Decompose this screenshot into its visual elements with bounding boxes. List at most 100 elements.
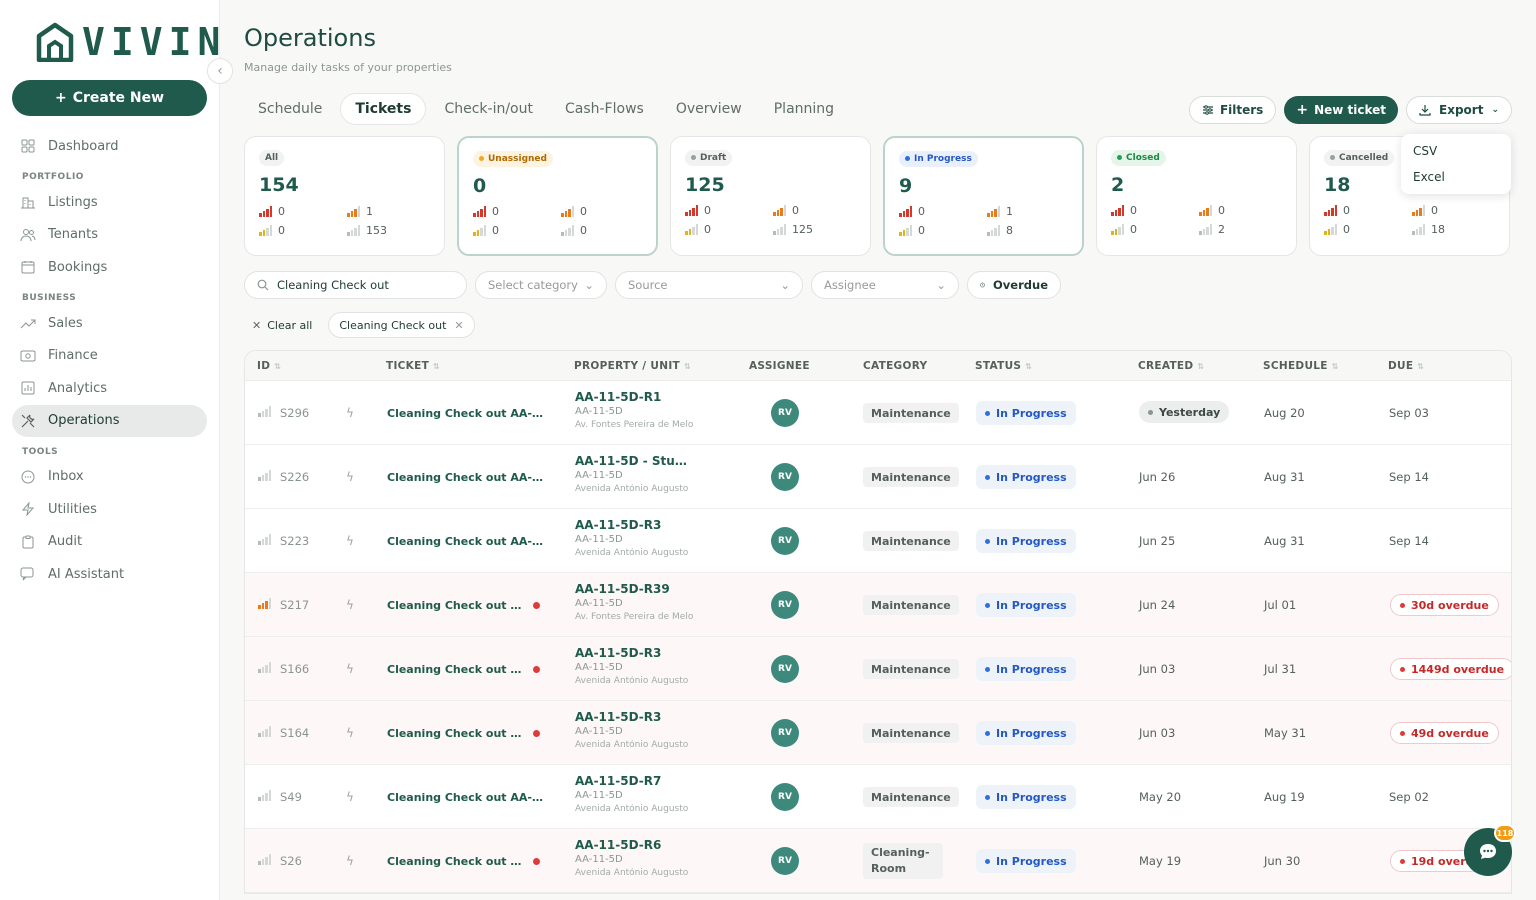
column-header-ticket[interactable]: TICKET ⇅ [386, 360, 440, 372]
collapse-sidebar-button[interactable]: ‹ [207, 58, 233, 84]
column-header-category[interactable]: CATEGORY [863, 360, 927, 372]
tab-tickets[interactable]: Tickets [340, 93, 427, 125]
unit-name: AA-11-5D [575, 598, 623, 609]
alert-dot-icon [533, 729, 540, 737]
property-cell[interactable]: AA-11-5D-R39 AA-11-5D Av. Fontes Pereira d… [575, 582, 695, 622]
tab-check-in-out[interactable]: Check-in/out [430, 93, 547, 125]
table-row[interactable]: S49 ϟ Cleaning Check out AA-11-5D-R7 AA-11-… [245, 765, 1511, 829]
sidebar-item-audit[interactable]: Audit [12, 526, 207, 558]
filter-chip[interactable]: Cleaning Check out ✕ [328, 312, 475, 338]
sidebar-item-bookings[interactable]: Bookings [12, 251, 207, 283]
avatar[interactable]: RV [771, 399, 799, 427]
schedule-date: Aug 19 [1264, 790, 1305, 804]
table-header: ID ⇅ TICKET ⇅ PROPERTY / UNIT ⇅ ASSIGNEE CAT… [245, 351, 1511, 381]
property-cell[interactable]: AA-11-5D-R1 AA-11-5D Av. Fontes Pereira de… [575, 390, 695, 430]
sidebar-item-listings[interactable]: Listings [12, 186, 207, 218]
filters-button[interactable]: Filters [1188, 96, 1277, 124]
table-row[interactable]: S296 ϟ Cleaning Check out AA-11-5D-R1 AA-11… [245, 381, 1511, 445]
sidebar-nav: Dashboard PORTFOLIO Listings Tenants Booking… [12, 130, 207, 591]
top-actions: Filters + New ticket Export ⌄ [1188, 96, 1512, 124]
priority-value: 153 [366, 223, 387, 237]
ticket-name[interactable]: Cleaning Check out AA-11-5D-R7 [387, 765, 543, 829]
category-select[interactable]: Select category ⌄ [475, 271, 607, 299]
export-button[interactable]: Export ⌄ [1406, 96, 1512, 124]
table-row[interactable]: S223 ϟ Cleaning Check out AA-11-5D-R3 AA-11… [245, 509, 1511, 573]
new-ticket-button[interactable]: + New ticket [1284, 96, 1399, 124]
source-select[interactable]: Source ⌄ [615, 271, 803, 299]
tab-bar: Schedule Tickets Check-in/out Cash-Flows Ove… [244, 93, 848, 125]
status-card-draft[interactable]: Draft 125 0 0 0 125 [670, 136, 871, 256]
property-cell[interactable]: AA-11-5D - Studio AA-11-5D Avenida António… [575, 454, 695, 494]
sidebar-item-operations[interactable]: Operations [12, 404, 207, 437]
tab-schedule[interactable]: Schedule [244, 93, 336, 125]
avatar[interactable]: RV [771, 783, 799, 811]
column-header-property-unit[interactable]: PROPERTY / UNIT ⇅ [574, 360, 691, 372]
status-card-in-progress[interactable]: In Progress 9 0 1 0 8 [883, 136, 1084, 256]
priority-value: 0 [704, 204, 711, 217]
export-csv-option[interactable]: CSV [1401, 138, 1511, 164]
sidebar-item-analytics[interactable]: Analytics [12, 372, 207, 404]
column-header-schedule[interactable]: SCHEDULE ⇅ [1263, 360, 1339, 372]
property-cell[interactable]: AA-11-5D-R3 AA-11-5D Avenida António Augus… [575, 646, 695, 686]
avatar[interactable]: RV [771, 591, 799, 619]
avatar[interactable]: RV [771, 655, 799, 683]
clear-all-button[interactable]: ✕ Clear all [244, 312, 320, 338]
status-card-closed[interactable]: Closed 2 0 0 0 2 [1096, 136, 1297, 256]
sidebar-item-tenants[interactable]: Tenants [12, 219, 207, 251]
assignee-select[interactable]: Assignee ⌄ [811, 271, 959, 299]
property-cell[interactable]: AA-11-5D-R6 AA-11-5D Avenida António Augus… [575, 838, 695, 878]
status-dot-icon [1117, 155, 1122, 160]
column-header-id[interactable]: ID ⇅ [257, 360, 281, 372]
sidebar-item-ai-assistant[interactable]: AI Assistant [12, 558, 207, 590]
card-label: All [265, 153, 279, 163]
ticket-name[interactable]: Cleaning Check out AA-11-5D-R6 [387, 829, 540, 893]
tab-planning[interactable]: Planning [760, 93, 848, 125]
column-header-assignee[interactable]: ASSIGNEE [749, 360, 810, 372]
avatar[interactable]: RV [771, 527, 799, 555]
property-cell[interactable]: AA-11-5D-R7 AA-11-5D Avenida António Augus… [575, 774, 695, 814]
tab-overview[interactable]: Overview [662, 93, 756, 125]
sidebar-item-sales[interactable]: Sales [12, 307, 207, 339]
tab-cash-flows[interactable]: Cash-Flows [551, 93, 658, 125]
column-header-status[interactable]: STATUS ⇅ [975, 360, 1032, 372]
ticket-name[interactable]: Cleaning Check out AA-11-5D-R1 [387, 381, 543, 445]
category-badge: Maintenance [863, 467, 959, 487]
export-excel-option[interactable]: Excel [1401, 164, 1511, 190]
avatar[interactable]: RV [771, 847, 799, 875]
sidebar-item-dashboard[interactable]: Dashboard [12, 130, 207, 162]
property-cell[interactable]: AA-11-5D-R3 AA-11-5D Avenida António Augus… [575, 518, 695, 558]
ticket-name[interactable]: Cleaning Check out AA-11-5D-R3 [387, 701, 540, 765]
status-card-all[interactable]: All 154 0 1 0 153 [244, 136, 445, 256]
brand-logo[interactable]: VIVIN [36, 20, 226, 64]
sidebar-item-inbox[interactable]: Inbox [12, 461, 207, 493]
avatar[interactable]: RV [771, 719, 799, 747]
table-row[interactable]: S217 ϟ Cleaning Check out AA-11-5D-R39 AA-1… [245, 573, 1511, 637]
remove-chip-icon[interactable]: ✕ [454, 319, 463, 332]
ticket-name[interactable]: Cleaning Check out AA-11-5D [387, 445, 543, 509]
ticket-name[interactable]: Cleaning Check out AA-11-5D-R3 [387, 637, 540, 701]
overdue-toggle[interactable]: Overdue [967, 271, 1061, 299]
sort-icon: ⇅ [1197, 361, 1205, 371]
column-header-due[interactable]: DUE ⇅ [1388, 360, 1424, 372]
ticket-name[interactable]: Cleaning Check out AA-11-5D-R39 [387, 573, 540, 637]
property-address: Avenida António Augusto [575, 548, 689, 558]
column-header-created[interactable]: CREATED ⇅ [1138, 360, 1204, 372]
priority-signal-icon [258, 598, 271, 609]
avatar[interactable]: RV [771, 463, 799, 491]
sidebar-item-utilities[interactable]: Utilities [12, 493, 207, 525]
table-row[interactable]: S164 ϟ Cleaning Check out AA-11-5D-R3 AA-11… [245, 701, 1511, 765]
ticket-name[interactable]: Cleaning Check out AA-11-5D-R3 [387, 509, 543, 573]
status-card-unassigned[interactable]: Unassigned 0 0 0 0 0 [457, 136, 658, 256]
money-icon [20, 348, 36, 364]
table-row[interactable]: S226 ϟ Cleaning Check out AA-11-5D AA-11-5D… [245, 445, 1511, 509]
calendar-icon [20, 259, 36, 275]
create-new-button[interactable]: + Create New [12, 80, 207, 116]
table-row[interactable]: S26 ϟ Cleaning Check out AA-11-5D-R6 AA-11-… [245, 829, 1511, 893]
search-input[interactable]: Cleaning Check out [244, 271, 467, 299]
status-dot-icon [1400, 730, 1405, 736]
status-badge: In Progress [899, 150, 978, 167]
table-row[interactable]: S166 ϟ Cleaning Check out AA-11-5D-R3 AA-11… [245, 637, 1511, 701]
table-body: S296 ϟ Cleaning Check out AA-11-5D-R1 AA-11… [245, 381, 1511, 893]
sidebar-item-finance[interactable]: Finance [12, 340, 207, 372]
property-cell[interactable]: AA-11-5D-R3 AA-11-5D Avenida António Augus… [575, 710, 695, 750]
